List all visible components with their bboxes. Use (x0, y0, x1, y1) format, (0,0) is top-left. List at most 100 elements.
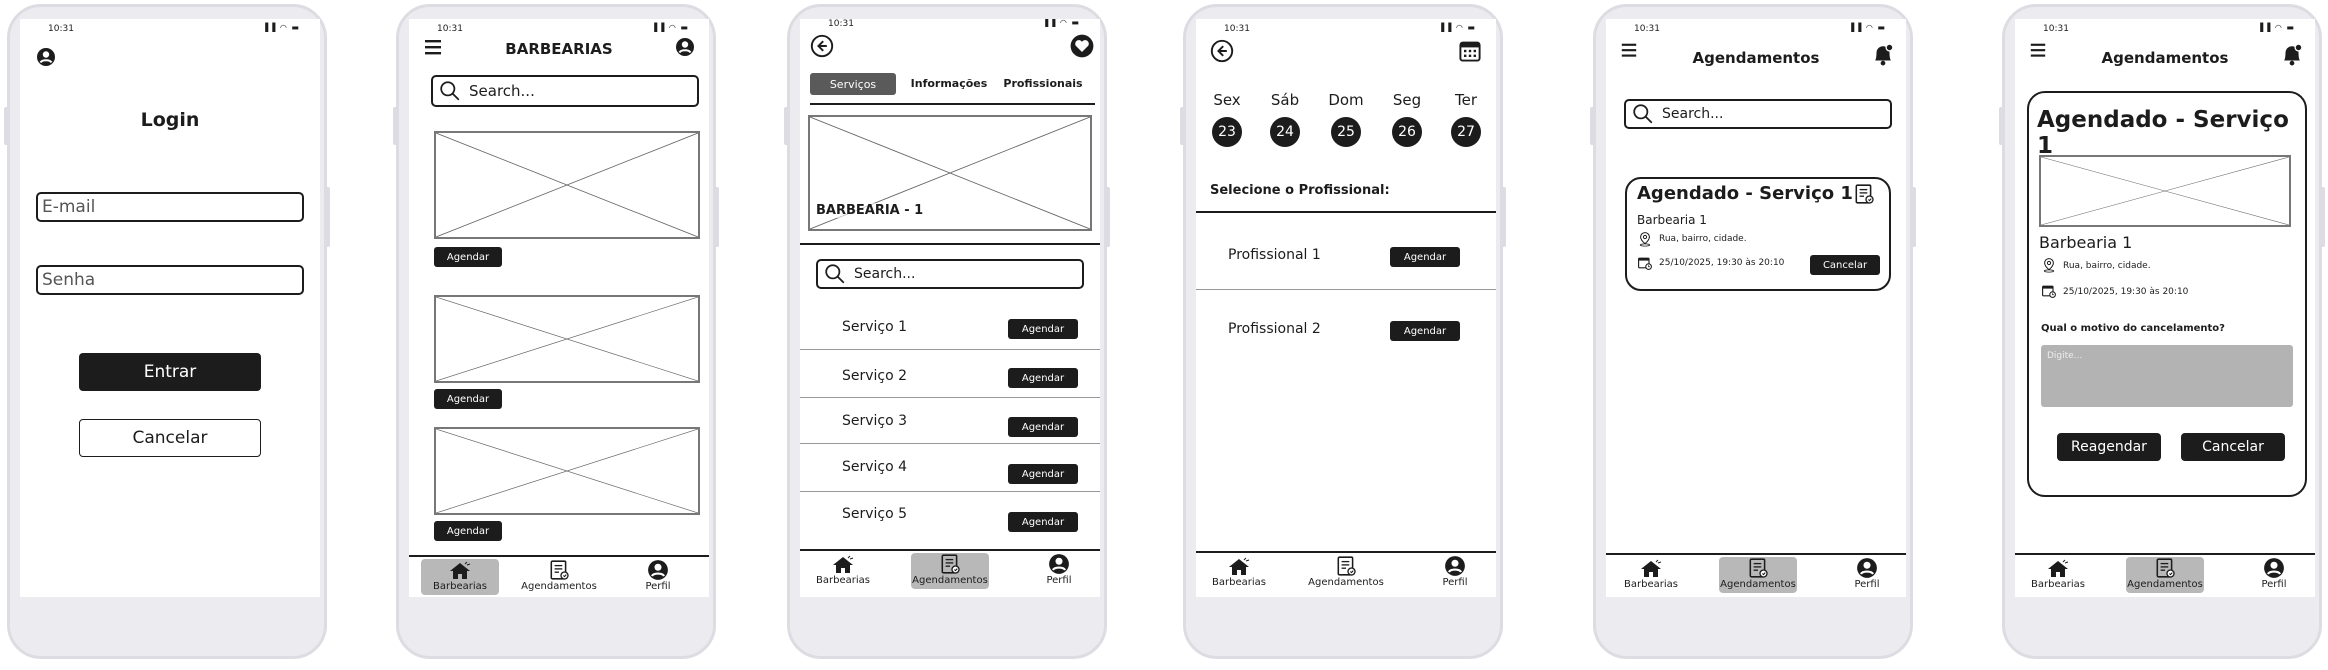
agendar-button[interactable]: Agendar (434, 521, 502, 541)
service-name: Serviço 3 (842, 413, 908, 429)
nav-agendamentos[interactable]: Agendamentos (1719, 557, 1797, 593)
nav-barbearias[interactable]: Barbearias (1612, 557, 1690, 593)
back-icon[interactable] (810, 34, 834, 58)
card-title: Agendado - Serviço 1 (1637, 183, 1853, 204)
cancel-screen: 10:31 ▐▐ ◠ ▬ Agendamentos Agendado - Serv… (2015, 19, 2315, 597)
appointment-card: Agendado - Serviço 1 Barbearia 1 Rua, ba… (1625, 177, 1891, 291)
date-button[interactable]: 26 (1392, 117, 1422, 147)
agendar-button[interactable]: Agendar (1008, 512, 1078, 532)
page-title: Agendamentos (2101, 49, 2229, 67)
appointments-icon (1335, 555, 1357, 577)
phone-cancel: 10:31 ▐▐ ◠ ▬ Agendamentos Agendado - Serv… (1999, 4, 2325, 659)
nav-perfil[interactable]: Perfil (2235, 557, 2313, 593)
bottom-nav: Barbearias Agendamentos Perfil (2015, 553, 2315, 595)
nav-label: Agendamentos (912, 575, 988, 586)
agendar-button[interactable]: Agendar (1008, 417, 1078, 437)
nav-barbearias[interactable]: Barbearias (2019, 557, 2097, 593)
login-button[interactable]: Entrar (79, 353, 261, 391)
bottom-nav: Barbearias Agendamentos Perfil (1606, 553, 1906, 595)
home-icon (830, 555, 856, 575)
nav-barbearias[interactable]: Barbearias (1200, 555, 1278, 591)
nav-agendamentos[interactable]: Agendamentos (1307, 555, 1385, 591)
profile-icon (1855, 557, 1879, 579)
status-icons: ▐▐ ◠ ▬ (262, 23, 300, 32)
search-input[interactable]: Search... (816, 259, 1084, 289)
agendar-button[interactable]: Agendar (434, 389, 502, 409)
shop-image-placeholder[interactable] (434, 427, 700, 515)
nav-perfil[interactable]: Perfil (1416, 555, 1494, 591)
bottom-nav: Barbearias Agendamentos Perfil (800, 549, 1100, 591)
appointments-icon (1853, 183, 1875, 205)
date-button[interactable]: 25 (1331, 117, 1361, 147)
nav-label: Barbearias (816, 575, 870, 586)
date-button[interactable]: 24 (1270, 117, 1300, 147)
heart-icon[interactable] (1070, 34, 1094, 58)
user-icon[interactable] (675, 37, 695, 57)
phone-agendamentos: 10:31 ▐▐ ◠ ▬ Agendamentos Search... Agend… (1590, 4, 1916, 659)
shop-image-placeholder[interactable] (434, 131, 700, 239)
calendar-clock-icon (2041, 283, 2057, 299)
status-time: 10:31 (48, 24, 74, 34)
bell-icon[interactable] (2279, 41, 2305, 67)
agendar-button[interactable]: Agendar (1390, 321, 1460, 341)
agendar-button[interactable]: Agendar (1390, 247, 1460, 267)
search-input[interactable]: Search... (431, 75, 699, 107)
nav-perfil[interactable]: Perfil (619, 559, 697, 595)
cancel-button[interactable]: Cancelar (79, 419, 261, 457)
day-label: Dom (1328, 91, 1364, 109)
email-field[interactable]: E-mail (36, 192, 304, 222)
card-datetime: 25/10/2025, 19:30 às 20:10 (1659, 258, 1785, 268)
agendar-button[interactable]: Agendar (1008, 464, 1078, 484)
date-button[interactable]: 23 (1212, 117, 1242, 147)
nav-label: Agendamentos (521, 581, 597, 592)
cancel-reason-textarea[interactable]: Digite... (2041, 345, 2293, 407)
nav-agendamentos[interactable]: Agendamentos (2126, 557, 2204, 593)
nav-barbearias[interactable]: Barbearias (421, 559, 499, 595)
card-shop: Barbearia 1 (1637, 213, 1707, 227)
search-input[interactable]: Search... (1624, 99, 1892, 129)
tab-informacoes[interactable]: Informações (904, 77, 994, 90)
date-button[interactable]: 27 (1451, 117, 1481, 147)
status-icons: ▐▐ ◠ ▬ (2257, 23, 2295, 32)
bell-icon[interactable] (1870, 41, 1896, 67)
search-placeholder: Search... (1662, 106, 1724, 122)
tab-servicos[interactable]: Serviços (810, 73, 896, 95)
calendar-clock-icon (1637, 255, 1653, 271)
agendar-button[interactable]: Agendar (1008, 319, 1078, 339)
password-field[interactable]: Senha (36, 265, 304, 295)
tab-profissionais[interactable]: Profissionais (996, 77, 1090, 90)
login-title: Login (140, 109, 200, 131)
page-title: BARBEARIAS (505, 40, 613, 58)
status-time: 10:31 (437, 24, 463, 34)
back-icon[interactable] (1210, 39, 1234, 63)
day-label: Ter (1454, 91, 1477, 109)
nav-label: Barbearias (2031, 579, 2085, 590)
cancel-appointment-button[interactable]: Cancelar (1810, 255, 1880, 275)
nav-agendamentos[interactable]: Agendamentos (911, 553, 989, 589)
barbearias-screen: 10:31 ▐▐ ◠ ▬ BARBEARIAS Search... Agendar… (409, 19, 709, 597)
appointments-icon (1747, 557, 1769, 579)
agendar-button[interactable]: Agendar (1008, 368, 1078, 388)
card-shop: Barbearia 1 (2039, 233, 2133, 252)
nav-perfil[interactable]: Perfil (1828, 557, 1906, 593)
nav-label: Agendamentos (1308, 577, 1384, 588)
user-icon[interactable] (36, 47, 56, 67)
select-professional-label: Selecione o Profissional: (1210, 183, 1390, 198)
service-name: Serviço 4 (842, 459, 908, 475)
nav-perfil[interactable]: Perfil (1020, 553, 1098, 589)
shop-image-placeholder[interactable] (434, 295, 700, 383)
phone-login: 10:31 ▐▐ ◠ ▬ Login E-mail Senha Entrar Ca… (4, 4, 330, 659)
phone-barbearia-detail: 10:31 ▐▐ ◠ ▬ Serviços Informações Profiss… (784, 4, 1110, 659)
reschedule-button[interactable]: Reagendar (2057, 433, 2161, 461)
nav-agendamentos[interactable]: Agendamentos (520, 559, 598, 595)
nav-label: Perfil (1046, 575, 1072, 586)
nav-barbearias[interactable]: Barbearias (804, 553, 882, 589)
calendar-icon[interactable] (1458, 39, 1482, 63)
search-icon (1632, 103, 1654, 125)
bottom-nav: Barbearias Agendamentos Perfil (1196, 551, 1496, 593)
status-icons: ▐▐ ◠ ▬ (1042, 19, 1080, 27)
day-label: Sex (1213, 91, 1241, 109)
appointments-icon (2154, 557, 2176, 579)
confirm-cancel-button[interactable]: Cancelar (2181, 433, 2285, 461)
agendar-button[interactable]: Agendar (434, 247, 502, 267)
